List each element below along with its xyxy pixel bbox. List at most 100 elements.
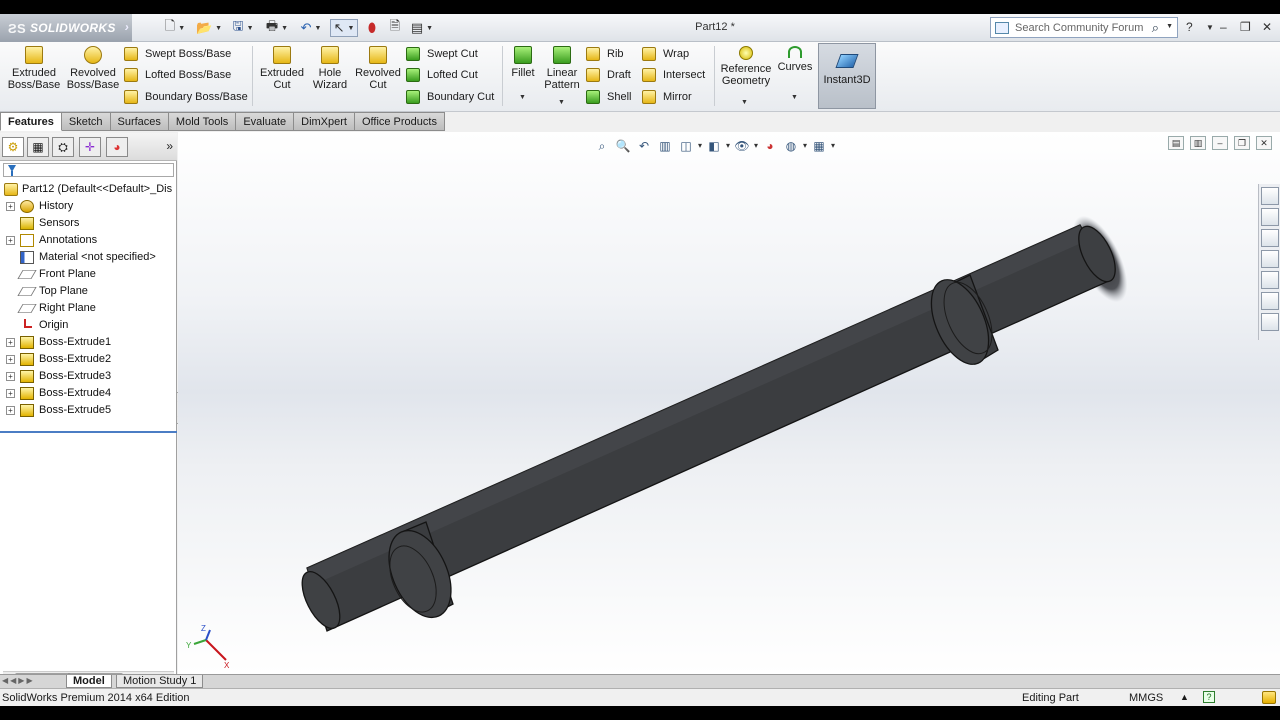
reference-geometry-dropdown-icon[interactable]: ▼ — [741, 99, 748, 106]
viewport-close-icon[interactable]: ✕ — [1256, 136, 1272, 150]
file-properties-button[interactable]: 🗎 — [386, 18, 404, 37]
expand-panel-icon[interactable]: » — [166, 139, 173, 153]
rebuild-status-icon[interactable]: ? — [1203, 691, 1215, 703]
expand-node-icon[interactable]: + — [6, 236, 15, 245]
view-orientation-icon[interactable]: ◫ — [678, 138, 702, 154]
undo-button[interactable]: ↶ ▼ — [296, 19, 326, 37]
tree-item[interactable]: + Boss-Extrude5 — [0, 402, 177, 419]
shaft-model[interactable] — [178, 132, 1280, 674]
view-palette-icon[interactable] — [1261, 271, 1279, 289]
tab-office-products[interactable]: Office Products — [354, 112, 445, 131]
property-manager-tab[interactable]: ▦ — [27, 137, 49, 157]
tab-dimxpert[interactable]: DimXpert — [294, 112, 355, 131]
notifications-icon[interactable] — [1262, 691, 1276, 704]
previous-view-icon[interactable]: ↶ — [636, 138, 652, 154]
tab-evaluate[interactable]: Evaluate — [236, 112, 295, 131]
tab-features[interactable]: Features — [0, 112, 62, 131]
rebuild-button[interactable]: ⬮ — [364, 19, 380, 37]
revolved-cut-button[interactable]: Revolved Cut — [354, 46, 402, 91]
open-button[interactable]: 📂 ▼ — [194, 19, 224, 37]
edit-appearance-icon[interactable]: ◕ — [762, 138, 778, 154]
home-icon[interactable] — [1261, 208, 1279, 226]
zoom-to-area-icon[interactable]: 🔍 — [615, 138, 631, 154]
dropdown-arrow-icon[interactable]: ▼ — [1166, 23, 1173, 30]
shell-button[interactable]: Shell — [586, 90, 631, 104]
tree-item[interactable]: Top Plane — [0, 283, 177, 300]
curves-button[interactable]: Curves — [776, 46, 814, 73]
instant3d-button[interactable]: Instant3D — [818, 43, 876, 109]
rib-button[interactable]: Rib — [586, 47, 624, 61]
tree-item[interactable]: + Boss-Extrude4 — [0, 385, 177, 402]
reference-geometry-button[interactable]: Reference Geometry — [720, 46, 772, 87]
revolved-boss-button[interactable]: Revolved Boss/Base — [66, 46, 120, 91]
feature-manager-tab[interactable]: ⚙ — [2, 137, 24, 157]
hide-show-items-icon[interactable]: 👁 — [734, 138, 758, 154]
section-view-icon[interactable]: ▥ — [657, 138, 673, 154]
display-style-icon[interactable]: ◧ — [706, 138, 730, 154]
lofted-cut-button[interactable]: Lofted Cut — [406, 68, 478, 82]
display-manager-tab[interactable]: ◕ — [106, 137, 128, 157]
unit-menu-icon[interactable]: ▲ — [1180, 692, 1189, 702]
tree-item[interactable]: + Boss-Extrude3 — [0, 368, 177, 385]
curves-dropdown-icon[interactable]: ▼ — [791, 94, 798, 101]
tab-motion-study[interactable]: Motion Study 1 — [116, 675, 204, 688]
mirror-button[interactable]: Mirror — [642, 90, 692, 104]
solidworks-logo[interactable]: ƧS SOLIDWORKS › — [0, 14, 132, 42]
options-button[interactable]: ▤ ▼ — [408, 19, 436, 37]
tree-item[interactable]: + Boss-Extrude2 — [0, 351, 177, 368]
viewport-tile-icon[interactable]: ▤ — [1168, 136, 1184, 150]
close-icon[interactable]: ✕ — [1262, 20, 1272, 34]
boundary-boss-button[interactable]: Boundary Boss/Base — [124, 90, 248, 104]
tree-item[interactable]: Front Plane — [0, 266, 177, 283]
view-settings-icon[interactable]: ▦ — [811, 138, 835, 154]
viewport-split-icon[interactable]: ▥ — [1190, 136, 1206, 150]
search-icon[interactable]: ⌕ — [1152, 20, 1159, 36]
file-explorer-icon[interactable] — [1261, 250, 1279, 268]
wrap-button[interactable]: Wrap — [642, 47, 689, 61]
tree-item[interactable]: Material <not specified> — [0, 249, 177, 266]
extruded-boss-button[interactable]: Extruded Boss/Base — [8, 46, 60, 91]
unit-system-label[interactable]: MMGS — [1129, 692, 1163, 704]
select-button[interactable]: ↖ ▼ — [330, 19, 358, 37]
feature-tree-filter[interactable] — [3, 163, 174, 177]
print-button[interactable]: 🖶 ▼ — [262, 18, 292, 37]
tab-surfaces[interactable]: Surfaces — [110, 112, 169, 131]
help-dropdown-icon[interactable]: ▼ — [1206, 23, 1214, 32]
lofted-boss-button[interactable]: Lofted Boss/Base — [124, 68, 231, 82]
expand-node-icon[interactable]: + — [6, 338, 15, 347]
apply-scene-icon[interactable]: ◍ — [783, 138, 807, 154]
tree-root-part[interactable]: Part12 (Default<<Default>_Dis — [0, 181, 177, 198]
dimxpert-manager-tab[interactable]: ✛ — [79, 137, 101, 157]
boundary-cut-button[interactable]: Boundary Cut — [406, 90, 494, 104]
swept-boss-button[interactable]: Swept Boss/Base — [124, 47, 231, 61]
new-document-button[interactable]: 🗋 ▼ — [160, 18, 190, 37]
custom-properties-icon[interactable] — [1261, 313, 1279, 331]
pattern-dropdown-icon[interactable]: ▼ — [558, 99, 565, 106]
extruded-cut-button[interactable]: Extruded Cut — [258, 46, 306, 91]
intersect-button[interactable]: Intersect — [642, 68, 705, 82]
graphics-area[interactable]: ⌕ 🔍 ↶ ▥ ◫ ◧ 👁 ◕ ◍ ▦ ▤ ▥ – ❐ ✕ — [178, 132, 1280, 674]
tree-item[interactable]: + Boss-Extrude1 — [0, 334, 177, 351]
linear-pattern-button[interactable]: Linear Pattern — [542, 46, 582, 91]
save-button[interactable]: 🖫 ▼ — [228, 18, 258, 37]
viewport-restore-icon[interactable]: ❐ — [1234, 136, 1250, 150]
fillet-button[interactable]: Fillet — [508, 46, 538, 79]
expand-node-icon[interactable]: + — [6, 355, 15, 364]
tree-item[interactable]: + Annotations — [0, 232, 177, 249]
draft-button[interactable]: Draft — [586, 68, 631, 82]
tab-mold-tools[interactable]: Mold Tools — [168, 112, 237, 131]
search-community-input[interactable]: Search Community Forum ⌕ ▼ — [990, 17, 1178, 38]
restore-icon[interactable]: ❐ — [1240, 20, 1251, 34]
swept-cut-button[interactable]: Swept Cut — [406, 47, 478, 61]
appearances-icon[interactable] — [1261, 292, 1279, 310]
solidworks-resources-icon[interactable] — [1261, 187, 1279, 205]
tree-item[interactable]: + History — [0, 198, 177, 215]
fillet-dropdown-icon[interactable]: ▼ — [519, 94, 526, 101]
design-library-icon[interactable] — [1261, 229, 1279, 247]
expand-node-icon[interactable]: + — [6, 406, 15, 415]
help-icon[interactable]: ? — [1186, 20, 1193, 34]
tab-model[interactable]: Model — [66, 675, 112, 688]
tab-navigation-icon[interactable]: ◀◀▶▶ — [2, 676, 35, 685]
tab-sketch[interactable]: Sketch — [61, 112, 111, 131]
tree-item[interactable]: Origin — [0, 317, 177, 334]
